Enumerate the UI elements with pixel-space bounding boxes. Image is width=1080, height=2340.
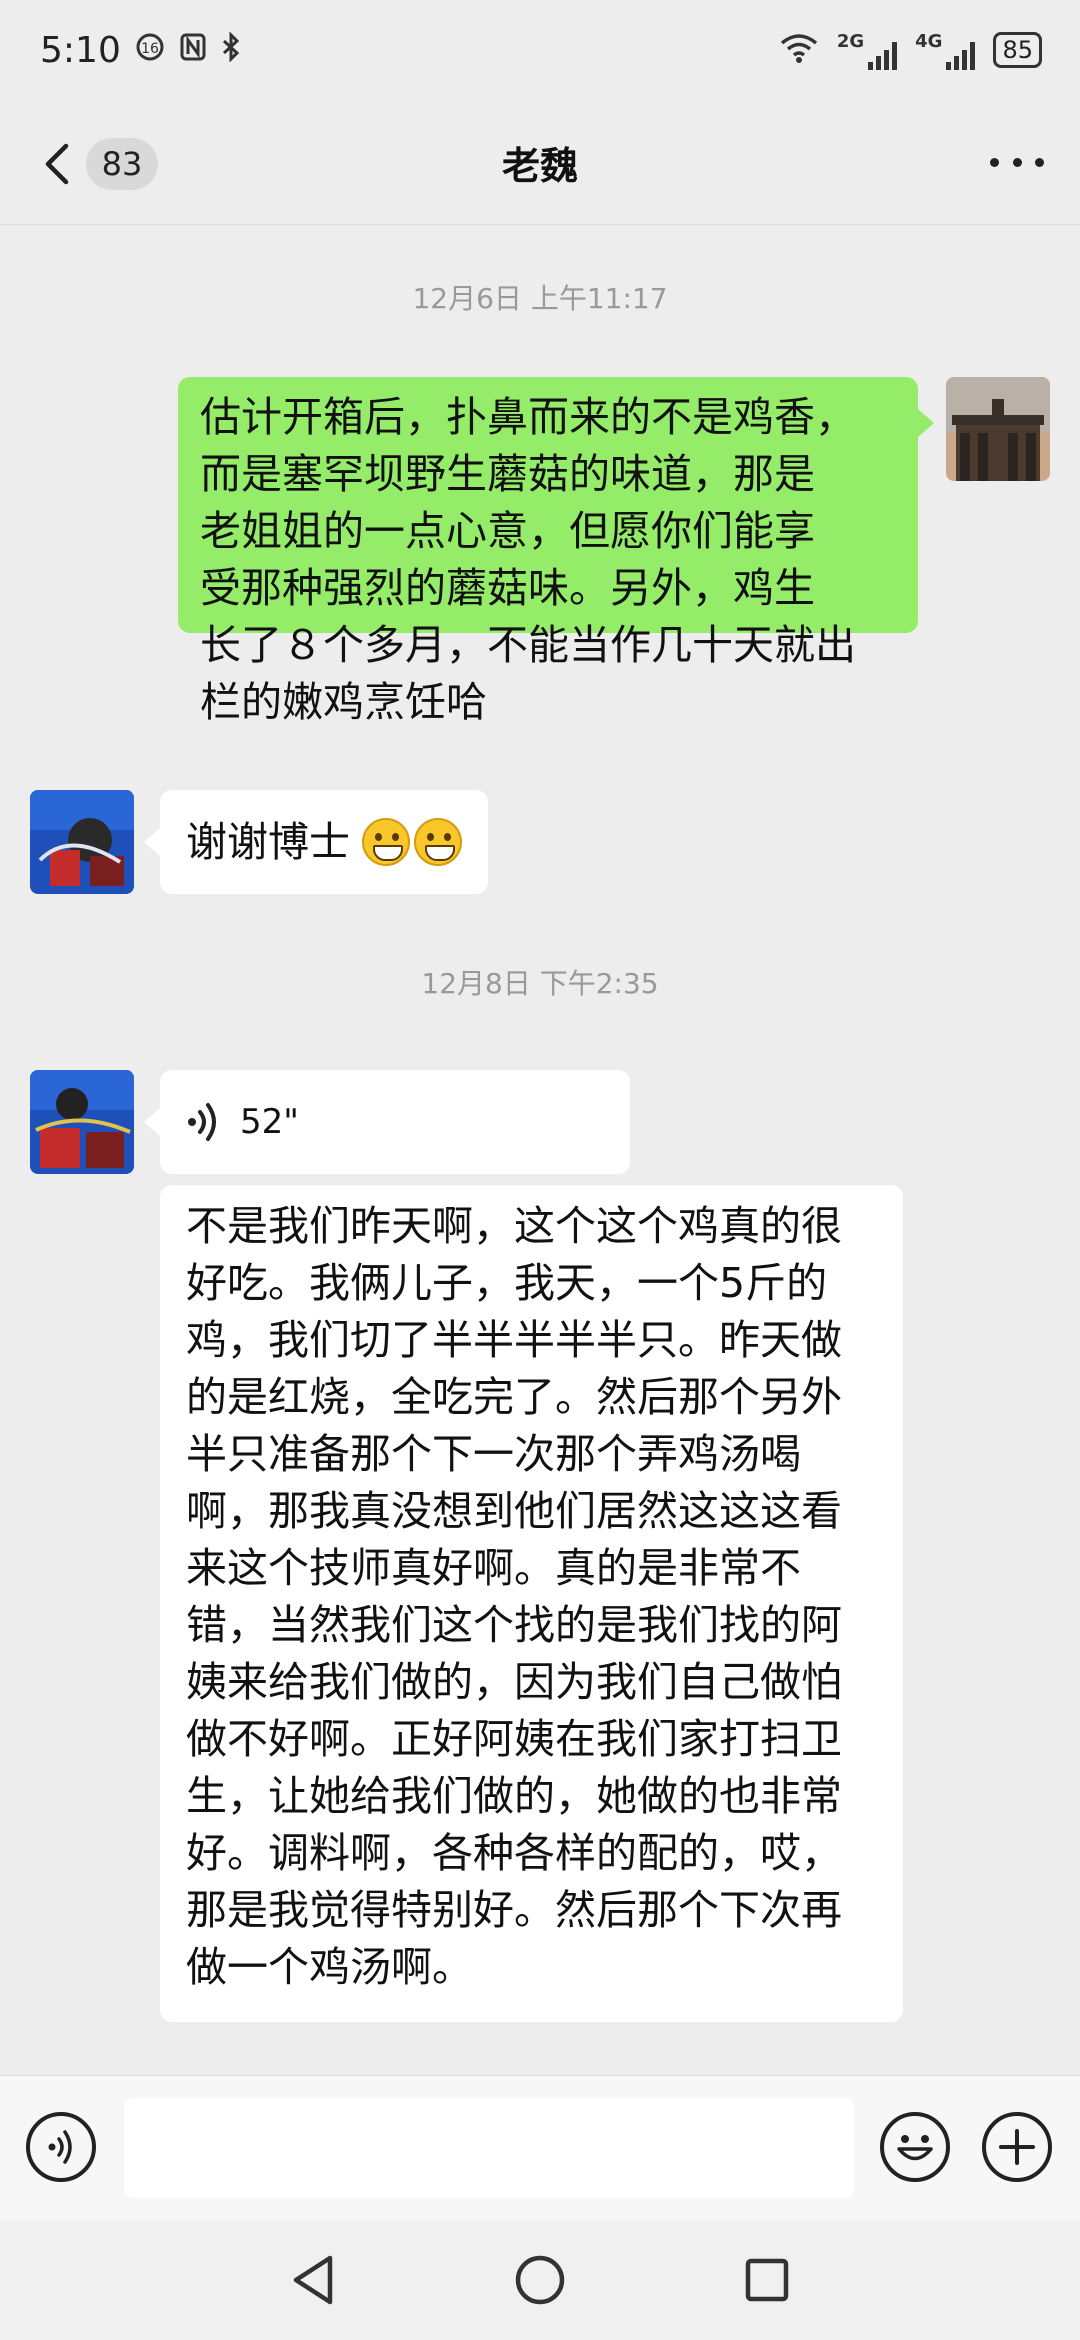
signal-2g: 2G bbox=[836, 30, 898, 70]
voice-duration: 52" bbox=[240, 1101, 299, 1142]
chevron-left-icon bbox=[45, 143, 69, 185]
nav-back-button[interactable] bbox=[283, 2250, 343, 2310]
voice-wave-icon bbox=[188, 1103, 216, 1141]
add-more-button[interactable] bbox=[982, 2112, 1052, 2182]
grin-emoji-icon bbox=[414, 818, 462, 866]
smiley-icon bbox=[897, 2135, 933, 2161]
plus-icon bbox=[999, 2129, 1035, 2165]
message-line: 半只准备那个下一次那个弄鸡汤喝 bbox=[186, 1430, 801, 1478]
message-line: 好吃。我俩儿子，我天，一个5斤的 bbox=[186, 1259, 828, 1307]
network-type-label: 2G bbox=[836, 30, 865, 52]
contact-avatar[interactable] bbox=[30, 1070, 134, 1174]
emoji-button[interactable] bbox=[880, 2112, 950, 2182]
battery-icon: 85 bbox=[993, 32, 1042, 68]
svg-text:16: 16 bbox=[141, 41, 159, 57]
circle-home-icon bbox=[515, 2255, 565, 2305]
status-right: 2G 4G 85 bbox=[779, 31, 1042, 70]
message-timestamp: 12月8日 下午2:35 bbox=[421, 967, 659, 1000]
message-text: 谢谢博士 bbox=[186, 817, 350, 866]
square-recents-icon bbox=[745, 2258, 788, 2302]
status-left: 5:10 16 bbox=[40, 30, 241, 71]
message-line: 的是红烧，全吃完了。然后那个另外 bbox=[186, 1373, 842, 1421]
signal-bars-icon bbox=[946, 40, 976, 70]
received-message-bubble[interactable]: 不是我们昨天啊，这个这个鸡真的很 好吃。我俩儿子，我天，一个5斤的 鸡，我们切了… bbox=[160, 1185, 903, 2022]
message-line: 啊，那我真没想到他们居然这这这看 bbox=[186, 1487, 842, 1535]
system-nav-bar bbox=[0, 2220, 1080, 2340]
message-line: 估计开箱后，扑鼻而来的不是鸡香， bbox=[200, 393, 856, 441]
status-time: 5:10 bbox=[40, 29, 121, 71]
more-options-icon[interactable] bbox=[990, 148, 1044, 176]
message-timestamp: 12月6日 上午11:17 bbox=[412, 282, 668, 315]
triangle-back-icon bbox=[294, 2255, 333, 2305]
network-type-label: 4G bbox=[915, 30, 943, 52]
back-button[interactable]: 83 bbox=[38, 138, 158, 190]
message-line: 做一个鸡汤啊。 bbox=[186, 1943, 473, 1991]
received-message-bubble[interactable]: 谢谢博士 bbox=[144, 790, 488, 894]
voice-wave-icon bbox=[48, 2130, 72, 2164]
signal-bars-icon bbox=[868, 40, 898, 70]
message-line: 不是我们昨天啊，这个这个鸡真的很 bbox=[186, 1202, 842, 1250]
status-bar: 5:10 16 2G 4G 85 bbox=[0, 0, 1080, 100]
message-line: 老姐姐的一点心意，但愿你们能享 bbox=[200, 507, 815, 555]
voice-input-button[interactable] bbox=[26, 2112, 96, 2182]
nav-home-button[interactable] bbox=[510, 2250, 570, 2310]
wifi-icon bbox=[779, 32, 819, 68]
message-line: 生，让她给我们做的，她做的也非常 bbox=[186, 1772, 842, 1820]
message-line: 做不好啊。正好阿姨在我们家打扫卫 bbox=[186, 1715, 842, 1763]
message-line: 来这个技师真好啊。真的是非常不 bbox=[186, 1544, 801, 1592]
bluetooth-icon bbox=[221, 30, 241, 69]
message-line: 那是我觉得特别好。然后那个下次再 bbox=[186, 1886, 842, 1934]
message-line: 姨来给我们做的，因为我们自己做怕 bbox=[186, 1658, 842, 1706]
message-line: 栏的嫩鸡烹饪哈 bbox=[200, 678, 487, 726]
unread-count-badge: 83 bbox=[86, 138, 158, 190]
message-input[interactable] bbox=[124, 2098, 854, 2198]
app-notification-icon: 16 bbox=[135, 32, 165, 69]
my-avatar[interactable] bbox=[946, 377, 1050, 481]
message-line: 受那种强烈的蘑菇味。另外，鸡生 bbox=[200, 564, 815, 612]
message-line: 长了８个多月，不能当作几十天就出 bbox=[200, 621, 856, 669]
chat-message-list[interactable]: 12月6日 上午11:17 估计开箱后，扑鼻而来的不是鸡香， 而是塞罕坝野生蘑菇… bbox=[0, 225, 1080, 2075]
message-line: 鸡，我们切了半半半半半只。昨天做 bbox=[186, 1316, 842, 1364]
chat-header: 83 老魏 bbox=[0, 100, 1080, 225]
input-bar bbox=[0, 2075, 1080, 2220]
message-line: 而是塞罕坝野生蘑菇的味道，那是 bbox=[200, 450, 815, 498]
voice-message-bubble[interactable]: 52" bbox=[144, 1070, 630, 1174]
nfc-icon bbox=[179, 32, 207, 69]
page-title: 老魏 bbox=[501, 143, 578, 188]
message-line: 好。调料啊，各种各样的配的，哎， bbox=[186, 1829, 842, 1877]
message-line: 错，当然我们这个找的是我们找的阿 bbox=[186, 1601, 842, 1649]
grin-emoji-icon bbox=[362, 818, 410, 866]
signal-4g: 4G bbox=[915, 30, 976, 70]
sent-message-bubble[interactable]: 估计开箱后，扑鼻而来的不是鸡香， 而是塞罕坝野生蘑菇的味道，那是 老姐姐的一点心… bbox=[178, 377, 934, 726]
contact-avatar[interactable] bbox=[30, 790, 134, 894]
nav-recents-button[interactable] bbox=[737, 2250, 797, 2310]
